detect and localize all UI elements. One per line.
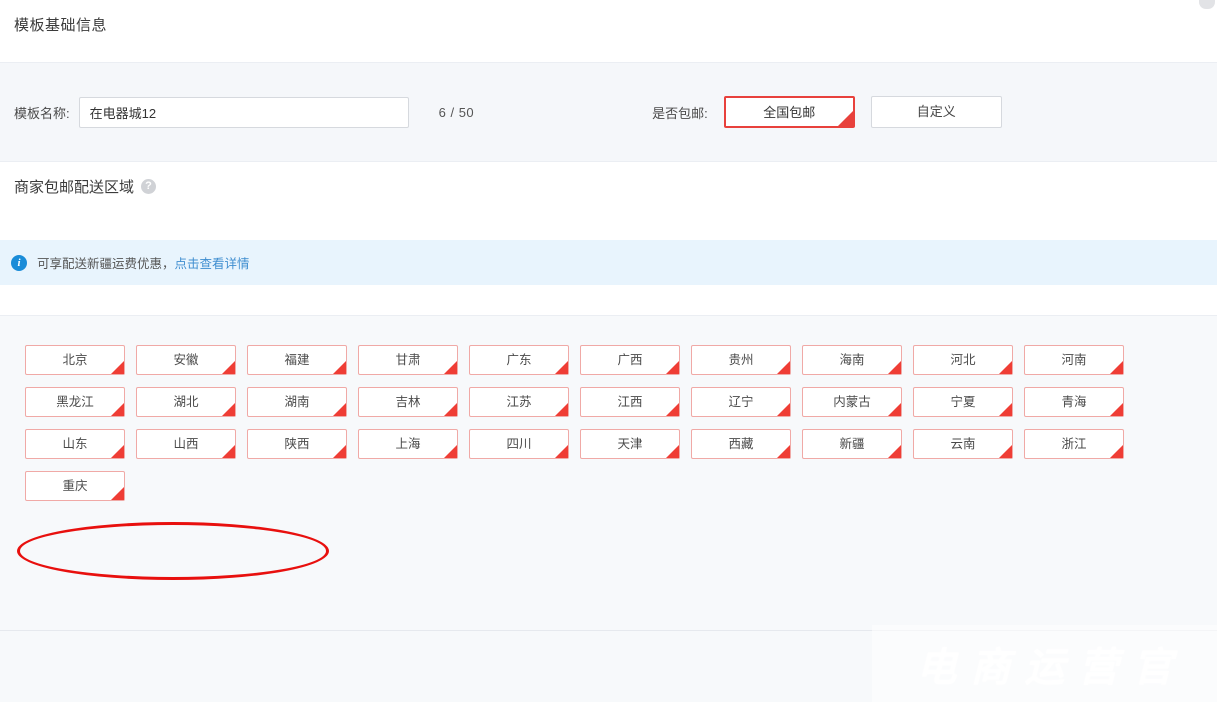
- region-tag[interactable]: 新疆: [802, 429, 902, 459]
- region-tag-label: 湖南: [284, 395, 310, 409]
- region-tag-grid: 北京 安徽 福建 甘肃 广东 广西 贵州 海南 河北 河南 黑龙江 湖北 湖南 …: [0, 316, 1160, 501]
- region-tag-label: 江苏: [506, 395, 532, 409]
- region-tag-label: 湖北: [173, 395, 199, 409]
- info-circle-icon: i: [11, 254, 27, 271]
- region-tag-label: 辽宁: [728, 395, 754, 409]
- region-tag[interactable]: 河北: [913, 345, 1013, 375]
- region-tag-label: 重庆: [62, 479, 88, 493]
- page-root: 模板基础信息 模板名称: 6 / 50 是否包邮: 全国包邮 自定义 商家包邮配…: [0, 0, 1217, 702]
- shipping-option-custom-label: 自定义: [916, 104, 956, 119]
- region-tag-label: 河北: [950, 353, 976, 367]
- region-tag[interactable]: 贵州: [691, 345, 791, 375]
- region-tag-label: 云南: [950, 437, 976, 451]
- region-tag-label: 河南: [1061, 353, 1087, 367]
- region-tag[interactable]: 河南: [1024, 345, 1124, 375]
- template-name-input[interactable]: [78, 96, 409, 128]
- delivery-area-title-text: 商家包邮配送区域: [14, 179, 135, 196]
- shipping-option-nationwide[interactable]: 全国包邮: [723, 96, 855, 128]
- region-tag-label: 西藏: [728, 437, 754, 451]
- bottom-divider: [0, 630, 1217, 631]
- region-tag[interactable]: 天津: [580, 429, 680, 459]
- template-name-label: 模板名称:: [14, 105, 70, 121]
- region-tag[interactable]: 湖南: [247, 387, 347, 417]
- region-tag-label: 上海: [395, 437, 421, 451]
- region-tag-label: 内蒙古: [833, 395, 871, 409]
- region-tag[interactable]: 山东: [25, 429, 125, 459]
- region-tag[interactable]: 福建: [247, 345, 347, 375]
- region-tag[interactable]: 重庆: [25, 471, 125, 501]
- region-tag[interactable]: 广西: [580, 345, 680, 375]
- region-tag[interactable]: 广东: [469, 345, 569, 375]
- region-tag-label: 山西: [173, 437, 199, 451]
- region-tag-label: 山东: [62, 437, 88, 451]
- info-banner-message: 可享配送新疆运费优惠，: [37, 257, 175, 271]
- info-banner-text: 可享配送新疆运费优惠，点击查看详情: [37, 253, 250, 272]
- region-tag[interactable]: 辽宁: [691, 387, 791, 417]
- region-tag[interactable]: 海南: [802, 345, 902, 375]
- region-tag[interactable]: 吉林: [358, 387, 458, 417]
- shipping-option-custom[interactable]: 自定义: [870, 96, 1002, 128]
- region-tag-label: 四川: [506, 437, 532, 451]
- region-tag[interactable]: 上海: [358, 429, 458, 459]
- region-tag-label: 陕西: [284, 437, 310, 451]
- region-tag-label: 广东: [506, 353, 532, 367]
- free-shipping-label: 是否包邮:: [652, 105, 708, 121]
- region-tag-label: 福建: [284, 353, 310, 367]
- region-tag[interactable]: 湖北: [136, 387, 236, 417]
- region-tag[interactable]: 宁夏: [913, 387, 1013, 417]
- region-tag-label: 广西: [617, 353, 643, 367]
- region-tag-label: 天津: [617, 437, 643, 451]
- shipping-option-nationwide-label: 全国包邮: [763, 105, 816, 120]
- region-tag[interactable]: 浙江: [1024, 429, 1124, 459]
- info-banner: i 可享配送新疆运费优惠，点击查看详情: [0, 240, 1217, 285]
- region-tag[interactable]: 四川: [469, 429, 569, 459]
- region-tag[interactable]: 江西: [580, 387, 680, 417]
- region-tag-label: 海南: [839, 353, 865, 367]
- question-mark-icon[interactable]: ?: [141, 179, 157, 194]
- region-tag[interactable]: 云南: [913, 429, 1013, 459]
- delivery-area-section-title: 商家包邮配送区域 ?: [0, 176, 1217, 197]
- region-tag-label: 吉林: [395, 395, 421, 409]
- basic-info-card: 模板名称: 6 / 50 是否包邮: 全国包邮 自定义: [0, 62, 1217, 162]
- region-tag[interactable]: 黑龙江: [25, 387, 125, 417]
- region-tag[interactable]: 内蒙古: [802, 387, 902, 417]
- region-tag[interactable]: 北京: [25, 345, 125, 375]
- region-tag-label: 贵州: [728, 353, 754, 367]
- region-tag-label: 江西: [617, 395, 643, 409]
- region-tag[interactable]: 陕西: [247, 429, 347, 459]
- region-tag[interactable]: 江苏: [469, 387, 569, 417]
- info-banner-link[interactable]: 点击查看详情: [175, 257, 250, 271]
- region-tag-label: 黑龙江: [56, 395, 94, 409]
- region-tag-label: 宁夏: [950, 395, 976, 409]
- region-tag[interactable]: 山西: [136, 429, 236, 459]
- page-title-text: 模板基础信息: [14, 17, 108, 34]
- page-title: 模板基础信息: [0, 0, 1217, 35]
- region-tag-label: 浙江: [1061, 437, 1087, 451]
- region-selection-card: 北京 安徽 福建 甘肃 广东 广西 贵州 海南 河北 河南 黑龙江 湖北 湖南 …: [0, 315, 1217, 702]
- region-tag[interactable]: 甘肃: [358, 345, 458, 375]
- region-tag-label: 青海: [1061, 395, 1087, 409]
- region-tag-label: 新疆: [839, 437, 865, 451]
- region-tag[interactable]: 西藏: [691, 429, 791, 459]
- region-tag[interactable]: 安徽: [136, 345, 236, 375]
- region-tag-label: 甘肃: [395, 353, 421, 367]
- region-tag-label: 安徽: [173, 353, 199, 367]
- char-counter: 6 / 50: [438, 104, 475, 120]
- region-tag[interactable]: 青海: [1024, 387, 1124, 417]
- region-tag-label: 北京: [62, 353, 88, 367]
